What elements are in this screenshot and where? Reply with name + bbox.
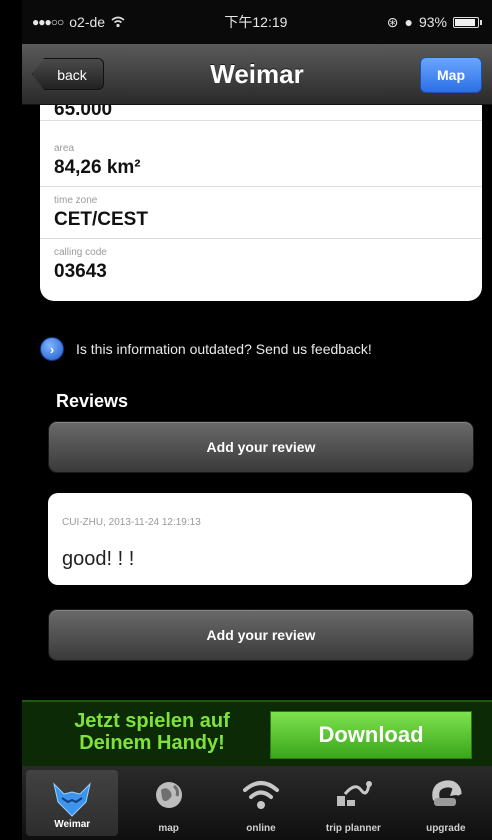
status-right: ⊛ ● 93% — [387, 14, 482, 31]
chevron-right-icon: › — [40, 337, 64, 361]
tab-label-online: online — [246, 823, 276, 834]
tab-map[interactable]: map — [122, 766, 214, 840]
ad-text-line-2: Deinem Handy! — [79, 732, 225, 754]
info-row-population: 65.000 — [40, 105, 482, 121]
tab-trip-planner[interactable]: trip planner — [307, 766, 399, 840]
globe-icon — [152, 778, 186, 817]
status-left: ●●●○○ o2-de — [32, 14, 125, 30]
add-review-button[interactable]: Add your review — [48, 421, 474, 473]
area-label: area — [54, 143, 75, 154]
signal-strength-icon: ●●●○○ — [32, 15, 64, 29]
info-row-time-zone: time zone CET/CEST — [40, 187, 482, 239]
route-icon — [333, 778, 373, 817]
ad-download-button[interactable]: Download — [270, 711, 472, 759]
tab-online[interactable]: online — [215, 766, 307, 840]
content-scroll-area[interactable]: 65.000 area 84,26 km² time zone CET/CEST… — [22, 105, 492, 700]
info-row-calling-code: calling code 03643 — [40, 239, 482, 291]
status-time: 下午12:19 — [224, 14, 288, 30]
alarm-icon: ● — [404, 14, 413, 30]
population-value: 65.000 — [54, 105, 113, 120]
status-bar: ●●●○○ o2-de 下午12:19 ⊛ ● 93% — [22, 0, 492, 44]
calling-code-label: calling code — [54, 247, 107, 258]
map-button[interactable]: Map — [420, 57, 482, 93]
calling-code-value: 03643 — [54, 261, 107, 282]
time-zone-value: CET/CEST — [54, 209, 148, 230]
tab-label-upgrade: upgrade — [426, 823, 466, 834]
tab-label-trip-planner: trip planner — [325, 823, 381, 834]
city-info-card: 65.000 area 84,26 km² time zone CET/CEST… — [40, 105, 482, 301]
tab-upgrade[interactable]: upgrade — [400, 766, 492, 840]
feedback-link[interactable]: › Is this information outdated? Send us … — [40, 337, 372, 361]
tab-label-weimar: Weimar — [54, 819, 91, 830]
back-button[interactable]: back — [32, 58, 104, 90]
time-zone-label: time zone — [54, 195, 98, 206]
review-item: CUI-ZHU, 2013-11-24 12:19:13 good! ! ! — [48, 493, 472, 585]
fox-icon — [52, 782, 92, 823]
navigation-bar: Weimar back Map — [22, 44, 492, 105]
add-review-button-bottom[interactable]: Add your review — [48, 609, 474, 661]
location-icon: ⊛ — [386, 13, 399, 30]
area-value: 84,26 km² — [54, 157, 141, 178]
info-row-area: area 84,26 km² — [40, 135, 482, 187]
ad-banner[interactable]: Jetzt spielen auf Deinem Handy! Download — [22, 700, 492, 766]
tab-label-map: map — [158, 823, 179, 834]
ad-text-line-1: Jetzt spielen auf — [74, 710, 230, 732]
review-text: good! ! ! — [62, 548, 135, 570]
review-meta: CUI-ZHU, 2013-11-24 12:19:13 — [62, 517, 201, 528]
ad-text: Jetzt spielen auf Deinem Handy! — [42, 710, 262, 754]
feedback-text: Is this information outdated? Send us fe… — [76, 341, 372, 357]
reviews-heading: Reviews — [56, 391, 129, 411]
tab-bar: Weimar map online trip planner upgrade — [22, 766, 492, 840]
carrier-name: o2-de — [69, 14, 106, 30]
battery-icon — [453, 16, 482, 28]
wifi-status-icon — [111, 16, 125, 28]
wifi-icon — [241, 778, 281, 817]
tab-weimar[interactable]: Weimar — [26, 770, 119, 836]
battery-percent: 93% — [418, 14, 447, 30]
refresh-icon — [428, 778, 464, 817]
